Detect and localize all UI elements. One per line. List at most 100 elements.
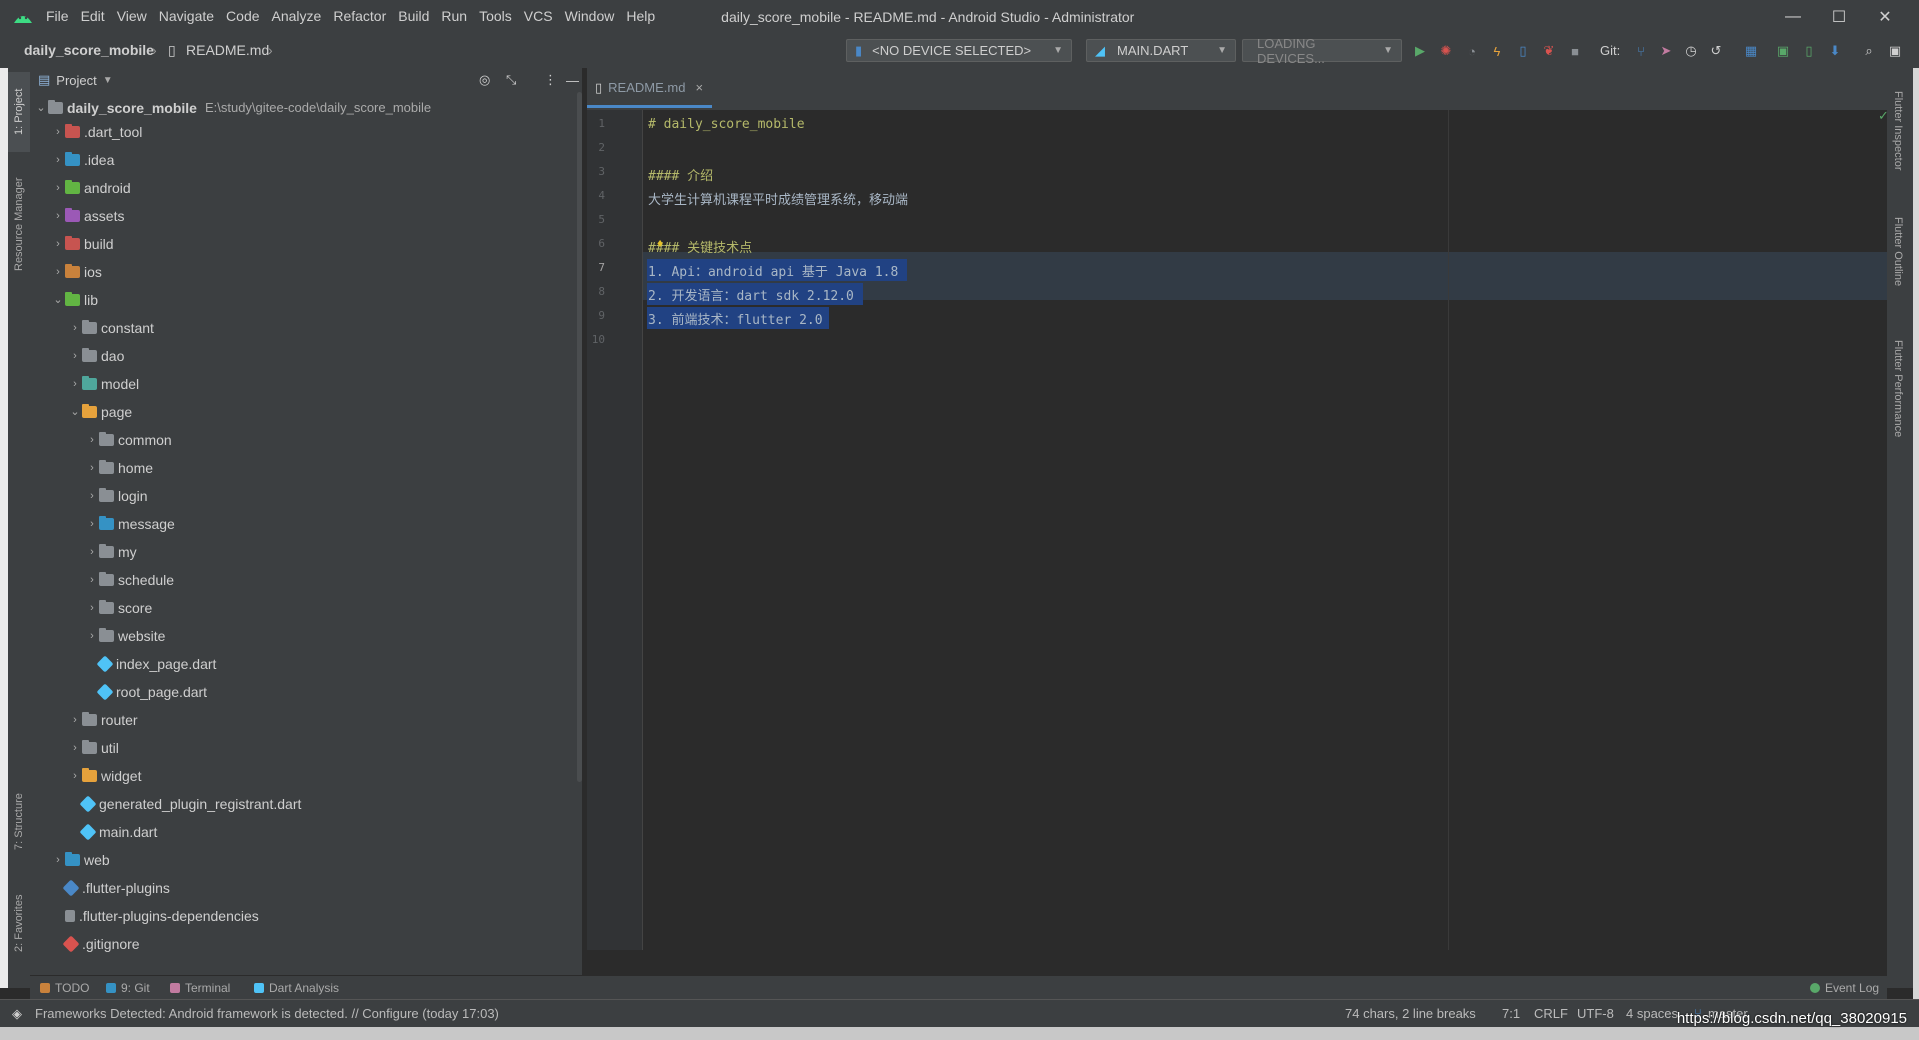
debug-icon[interactable]: ✺: [1437, 42, 1455, 60]
bottom-tab-terminal[interactable]: Terminal: [170, 976, 230, 1000]
tree-root[interactable]: ⌄ daily_score_mobile E:\study\gitee-code…: [34, 96, 431, 120]
minimize-button[interactable]: —: [1770, 0, 1816, 33]
avd-manager-icon[interactable]: ▯: [1800, 42, 1818, 60]
menu-analyze[interactable]: Analyze: [266, 0, 328, 33]
event-log-button[interactable]: Event Log: [1810, 976, 1879, 1000]
tab-resource-manager[interactable]: Resource Manager: [8, 164, 30, 284]
search-icon[interactable]: ⌕: [1860, 42, 1878, 60]
hot-reload-icon[interactable]: ϟ: [1488, 42, 1506, 60]
tab-project[interactable]: 1: Project: [8, 72, 30, 152]
code-line[interactable]: 2. 开发语言：dart sdk 2.12.0: [648, 285, 854, 304]
tree-item-schedule[interactable]: › schedule: [85, 568, 174, 592]
project-scrollbar[interactable]: [577, 92, 582, 782]
menu-refactor[interactable]: Refactor: [327, 0, 392, 33]
git-fetch-icon[interactable]: ⑂: [1632, 42, 1650, 60]
tree-item-android[interactable]: › android: [51, 176, 131, 200]
tree-item-score[interactable]: › score: [85, 596, 152, 620]
status-message[interactable]: Frameworks Detected: Android framework i…: [35, 1000, 499, 1028]
tab-flutter-performance[interactable]: Flutter Performance: [1887, 324, 1909, 454]
sdk-manager-icon[interactable]: ⬇: [1826, 42, 1844, 60]
intention-bulb-icon[interactable]: ♦: [657, 236, 663, 250]
tree-item-website[interactable]: › website: [85, 624, 165, 648]
tree-item-generated-plugin-registrant-dart[interactable]: generated_plugin_registrant.dart: [68, 792, 301, 816]
tab-favorites[interactable]: 2: Favorites: [8, 878, 30, 968]
tree-item-web[interactable]: › web: [51, 848, 110, 872]
tree-item-home[interactable]: › home: [85, 456, 153, 480]
tree-item-message[interactable]: › message: [85, 512, 175, 536]
menu-view[interactable]: View: [111, 0, 153, 33]
menu-edit[interactable]: Edit: [75, 0, 111, 33]
menu-run[interactable]: Run: [435, 0, 473, 33]
tree-item-widget[interactable]: › widget: [68, 764, 141, 788]
tree-item-build[interactable]: › build: [51, 232, 114, 256]
code-line[interactable]: 3. 前端技术：flutter 2.0: [648, 309, 823, 328]
code-line[interactable]: 1. Api：android api 基于 Java 1.8: [648, 261, 898, 280]
menu-help[interactable]: Help: [620, 0, 661, 33]
project-view-selector[interactable]: Project: [56, 73, 96, 88]
options-menu-icon[interactable]: ⋮: [544, 72, 557, 88]
tab-flutter-inspector[interactable]: Flutter Inspector: [1887, 76, 1909, 186]
stop-icon[interactable]: ■: [1566, 42, 1584, 60]
code-lines[interactable]: # daily_score_mobile #### 介绍 大学生计算机课程平时成绩管…: [643, 110, 1887, 410]
locate-file-icon[interactable]: ◎: [479, 72, 490, 88]
chevron-down-icon[interactable]: ▼: [103, 75, 113, 86]
loading-devices-selector[interactable]: LOADING DEVICES... ▼: [1242, 36, 1402, 66]
tree-item-page[interactable]: ⌄ page: [68, 400, 132, 424]
tree-item-dart-tool[interactable]: › .dart_tool: [51, 120, 142, 144]
code-line[interactable]: #### 关键技术点: [648, 237, 752, 256]
tree-item-lib[interactable]: ⌄ lib: [51, 288, 98, 312]
tree-item-ios[interactable]: › ios: [51, 260, 102, 284]
project-structure-icon[interactable]: ▦: [1742, 42, 1760, 60]
tab-readme[interactable]: ▯ README.md ×: [587, 70, 712, 108]
status-encoding[interactable]: UTF-8: [1577, 1000, 1614, 1028]
tab-structure[interactable]: 7: Structure: [8, 782, 30, 862]
menu-window[interactable]: Window: [559, 0, 621, 33]
tree-item-flutter-plugins[interactable]: .flutter-plugins: [51, 876, 170, 900]
breadcrumb-project[interactable]: daily_score_mobile: [24, 33, 154, 68]
menu-tools[interactable]: Tools: [473, 0, 518, 33]
git-history-icon[interactable]: ◷: [1682, 42, 1700, 60]
coverage-icon[interactable]: ◔: [1463, 42, 1481, 60]
code-line[interactable]: #### 介绍: [648, 165, 713, 184]
tree-item-login[interactable]: › login: [85, 484, 148, 508]
status-line-separator[interactable]: CRLF: [1534, 1000, 1568, 1028]
tree-item-dao[interactable]: › dao: [68, 344, 124, 368]
maximize-button[interactable]: ☐: [1816, 0, 1862, 33]
menu-file[interactable]: File: [40, 0, 75, 33]
menu-navigate[interactable]: Navigate: [153, 0, 220, 33]
apply-changes-icon[interactable]: ▯: [1514, 42, 1532, 60]
tree-item-idea[interactable]: › .idea: [51, 148, 114, 172]
git-push-icon[interactable]: ➤: [1657, 42, 1675, 60]
tree-item-root-page-dart[interactable]: root_page.dart: [85, 680, 207, 704]
tree-item-index-page-dart[interactable]: index_page.dart: [85, 652, 216, 676]
status-caret-position[interactable]: 7:1: [1502, 1000, 1520, 1028]
menu-code[interactable]: Code: [220, 0, 265, 33]
terminal-icon[interactable]: ▣: [1774, 42, 1792, 60]
close-tab-icon[interactable]: ×: [695, 80, 703, 95]
device-selector[interactable]: ▮ <NO DEVICE SELECTED> ▼: [846, 39, 1072, 62]
status-indent[interactable]: 4 spaces: [1626, 1000, 1678, 1028]
tree-item-flutter-plugins-dependencies[interactable]: .flutter-plugins-dependencies: [51, 904, 259, 928]
tree-item-util[interactable]: › util: [68, 736, 119, 760]
bottom-tab-dart-analysis[interactable]: Dart Analysis: [254, 976, 339, 1000]
tab-flutter-outline[interactable]: Flutter Outline: [1887, 202, 1909, 302]
tree-item-assets[interactable]: › assets: [51, 204, 124, 228]
run-config-selector[interactable]: ◢ MAIN.DART ▼: [1086, 39, 1236, 62]
close-button[interactable]: ✕: [1862, 0, 1908, 33]
breadcrumb-file[interactable]: README.md: [186, 33, 269, 68]
tree-item-main-dart[interactable]: main.dart: [68, 820, 157, 844]
bottom-tab-9-git[interactable]: 9: Git: [106, 976, 150, 1000]
collapse-all-icon[interactable]: ⤡: [506, 72, 516, 88]
run-icon[interactable]: ▶: [1411, 42, 1429, 60]
user-icon[interactable]: ▣: [1886, 42, 1904, 60]
menu-vcs[interactable]: VCS: [518, 0, 559, 33]
bottom-tab-todo[interactable]: TODO: [40, 976, 89, 1000]
tree-item-constant[interactable]: › constant: [68, 316, 154, 340]
tree-item-common[interactable]: › common: [85, 428, 172, 452]
hide-panel-icon[interactable]: —: [566, 73, 579, 88]
profile-icon[interactable]: ❦: [1540, 42, 1558, 60]
tree-item-gitignore[interactable]: .gitignore: [51, 932, 140, 956]
menu-build[interactable]: Build: [392, 0, 435, 33]
tree-item-model[interactable]: › model: [68, 372, 139, 396]
git-rollback-icon[interactable]: ↺: [1707, 42, 1725, 60]
